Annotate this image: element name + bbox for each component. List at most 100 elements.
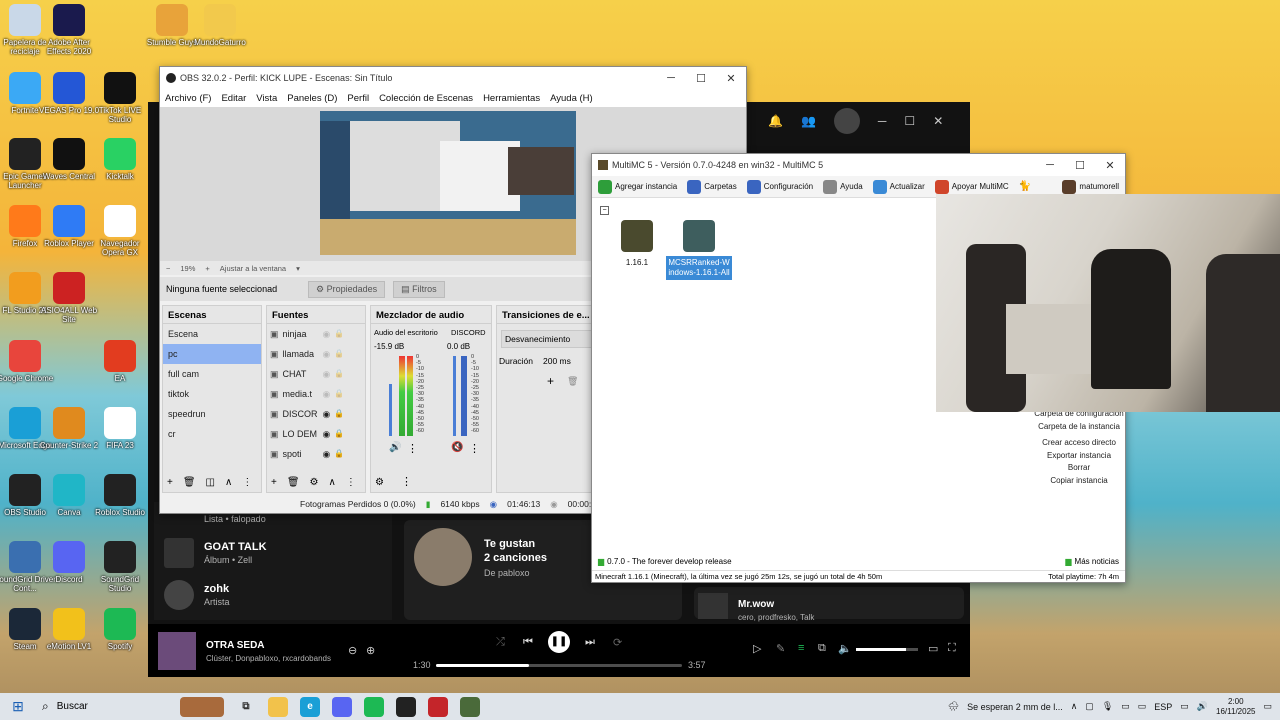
volume-slider[interactable] <box>453 356 456 436</box>
mini-player-icon[interactable]: ▭ <box>928 642 938 655</box>
delete-scene-icon[interactable]: 🗑 <box>183 477 196 488</box>
source-item[interactable]: ▣ spoti ◉ 🔒 <box>267 444 365 464</box>
account-button[interactable]: matumorell <box>1062 179 1119 194</box>
now-playing-artists[interactable]: Clúster, Donpabloxo, rxcardobands <box>206 654 331 663</box>
add-source-icon[interactable]: + <box>271 477 277 488</box>
discord-icon[interactable] <box>332 696 352 717</box>
windows-start-icon[interactable]: ⊞ <box>0 698 36 715</box>
list-item[interactable]: zohk Artista <box>154 574 392 616</box>
lock-icon[interactable]: 🔒 <box>334 424 344 444</box>
add-scene-icon[interactable]: + <box>167 477 173 488</box>
tray-icon[interactable]: ▢ <box>1085 701 1094 712</box>
shuffle-icon[interactable]: ⤮ <box>496 636 505 649</box>
eye-icon[interactable]: ◉ <box>323 444 331 464</box>
display-icon[interactable]: ▭ <box>1121 701 1130 712</box>
repeat-icon[interactable]: ⟳ <box>613 636 622 649</box>
menu-item[interactable]: Colección de Escenas <box>379 93 473 104</box>
desktop-shortcut[interactable]: Roblox Studio <box>89 474 151 517</box>
desktop-shortcut[interactable]: Kicktalk <box>89 138 151 181</box>
source-item[interactable]: ▣ llamada ◉ 🔒 <box>267 344 365 364</box>
instance-action[interactable]: Copiar instancia <box>1032 475 1126 488</box>
next-icon[interactable]: ⏭ <box>585 636 595 649</box>
lock-icon[interactable]: 🔒 <box>334 344 344 364</box>
menu-item[interactable]: Archivo (F) <box>165 93 211 104</box>
fullscreen-icon[interactable]: ⛶ <box>948 642 956 655</box>
menu-item[interactable]: Vista <box>256 93 277 104</box>
clock[interactable]: 2:00 16/11/2025 <box>1216 697 1255 717</box>
instance-action[interactable]: Carpeta de la instancia <box>1032 421 1126 434</box>
toolbar-button[interactable]: Apoyar MultiMC <box>934 179 1009 194</box>
menu-item[interactable]: Herramientas <box>483 93 540 104</box>
desktop-shortcut[interactable]: ASIO4ALL Web Site <box>38 272 100 324</box>
scene-item[interactable]: pc <box>163 344 261 364</box>
maximize-icon[interactable]: ☐ <box>686 72 716 85</box>
more-icon[interactable]: ⋮ <box>401 475 412 488</box>
language-indicator[interactable]: ESP <box>1154 702 1172 712</box>
minimize-icon[interactable]: ─ <box>878 114 887 134</box>
file-explorer-icon[interactable] <box>268 696 288 717</box>
lock-icon[interactable]: 🔒 <box>334 384 344 404</box>
desktop-shortcut[interactable]: Google Chrome <box>0 340 56 383</box>
close-icon[interactable]: ✕ <box>716 72 746 85</box>
lyrics-icon[interactable]: ✎ <box>776 642 785 655</box>
desktop-shortcut[interactable]: Navegador Opera GX <box>89 205 151 257</box>
source-item[interactable]: ▣ ninjaa ◉ 🔒 <box>267 324 365 344</box>
bell-icon[interactable]: 🔔 <box>768 114 783 134</box>
instance-tile[interactable]: 1.16.1 <box>604 220 670 270</box>
volume-icon[interactable]: 🔊 <box>1197 701 1208 712</box>
eye-hidden-icon[interactable]: ◉ <box>323 364 331 384</box>
notification-icon[interactable]: ▭ <box>1263 701 1272 712</box>
volume-track[interactable] <box>856 648 918 651</box>
maximize-icon[interactable]: ☐ <box>904 114 915 134</box>
instance-tile[interactable]: MCSRRanked-Windows-1.16.1-All <box>666 220 732 280</box>
lock-icon[interactable]: 🔒 <box>334 364 344 384</box>
scene-item[interactable]: tiktok <box>163 384 261 404</box>
microphone-icon[interactable]: 🎙 <box>1102 701 1113 712</box>
list-icon[interactable]: ≡ <box>798 642 804 654</box>
avatar[interactable] <box>833 108 860 134</box>
menu-item[interactable]: Paneles (D) <box>287 93 337 104</box>
list-item[interactable]: Lista • falopado <box>154 514 392 532</box>
toolbar-button[interactable]: Agregar instancia <box>598 179 677 194</box>
filters-button[interactable]: ▤ Filtros <box>393 280 445 298</box>
eye-icon[interactable]: ◉ <box>323 424 331 444</box>
instance-action[interactable]: Exportar instancia <box>1032 450 1126 463</box>
duration-input[interactable]: 200 ms <box>543 356 571 366</box>
queue-icon[interactable]: ▷ <box>753 642 761 655</box>
lock-icon[interactable]: 🔒 <box>334 444 344 464</box>
spotify-icon[interactable] <box>364 696 384 717</box>
app-icon[interactable] <box>428 696 448 717</box>
menu-item[interactable]: Editar <box>221 93 246 104</box>
scene-item[interactable]: speedrun <box>163 404 261 424</box>
volume-icon[interactable]: 🔈 <box>838 642 852 655</box>
chevron-down-icon[interactable]: ▾ <box>296 264 300 273</box>
delete-source-icon[interactable]: 🗑 <box>287 477 300 488</box>
list-item[interactable]: Mr.wow cero, prodfresko, Talk <box>694 587 964 622</box>
network-icon[interactable]: ▭ <box>1180 701 1189 712</box>
collapse-icon[interactable]: − <box>600 206 609 215</box>
menu-item[interactable]: Ayuda (H) <box>550 93 593 104</box>
maximize-icon[interactable]: ☐ <box>1065 159 1095 172</box>
lock-icon[interactable]: 🔒 <box>334 324 344 344</box>
instance-action[interactable]: Crear acceso directo <box>1032 437 1126 450</box>
eye-hidden-icon[interactable]: ◉ <box>323 344 331 364</box>
previous-icon[interactable]: ⏮ <box>523 636 533 649</box>
toolbar-button[interactable]: Actualizar <box>872 179 925 194</box>
source-item[interactable]: ▣ media.t ◉ 🔒 <box>267 384 365 404</box>
scene-item[interactable]: full cam <box>163 364 261 384</box>
source-item[interactable]: ▣ DISCOR ◉ 🔒 <box>267 404 365 424</box>
properties-button[interactable]: ⚙ Propiedades <box>308 280 386 298</box>
move-up-icon[interactable]: ∧ <box>225 477 232 488</box>
filter-icon[interactable]: ◫ <box>206 477 215 488</box>
more-icon[interactable]: ⋮ <box>469 442 480 455</box>
device-icon[interactable]: ⧉ <box>818 642 826 655</box>
desktop-shortcut[interactable]: Adobe After Effects 2020 <box>38 4 100 56</box>
now-playing-title[interactable]: OTRA SEDA <box>206 640 265 651</box>
search-highlight-icon[interactable] <box>180 696 224 717</box>
battery-icon[interactable]: ▭ <box>1138 701 1147 712</box>
desktop-shortcut[interactable]: SoundGrid Studio <box>89 541 151 593</box>
source-item[interactable]: ▣ CHAT ◉ 🔒 <box>267 364 365 384</box>
zoom-in-icon[interactable]: + <box>205 264 209 273</box>
friends-icon[interactable]: 👥 <box>801 114 816 134</box>
desktop-shortcut[interactable]: TikTok LIVE Studio <box>89 72 151 124</box>
